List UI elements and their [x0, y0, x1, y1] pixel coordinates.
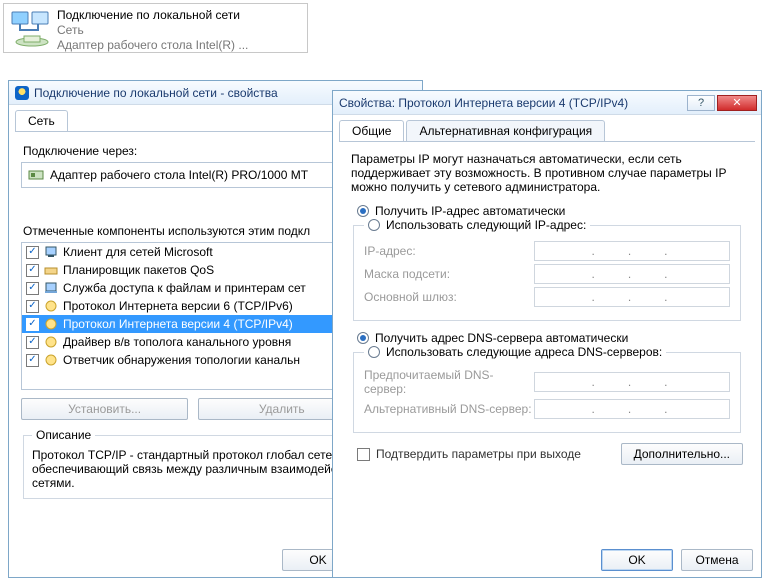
- gateway-input[interactable]: ...: [534, 287, 730, 307]
- help-icon[interactable]: ?: [687, 95, 715, 111]
- ip-address-label: IP-адрес:: [364, 244, 534, 258]
- gateway-label: Основной шлюз:: [364, 290, 534, 304]
- radio-use-ip[interactable]: Использовать следующий IP-адрес:: [368, 218, 586, 232]
- ok-button[interactable]: OK: [601, 549, 673, 571]
- window-title: Подключение по локальной сети - свойства: [34, 86, 278, 100]
- checkbox-icon[interactable]: [26, 282, 39, 295]
- dns-group: Использовать следующие адреса DNS-сервер…: [353, 345, 741, 433]
- tab-general[interactable]: Общие: [339, 120, 404, 141]
- advanced-button[interactable]: Дополнительно...: [621, 443, 743, 465]
- cancel-button[interactable]: Отмена: [681, 549, 753, 571]
- close-icon[interactable]: ✕: [717, 95, 757, 111]
- alternate-dns-label: Альтернативный DNS-сервер:: [364, 402, 534, 416]
- adapter-name: Адаптер рабочего стола Intel(R) PRO/1000…: [50, 168, 308, 182]
- alternate-dns-input[interactable]: ...: [534, 399, 730, 419]
- subnet-mask-input[interactable]: ...: [534, 264, 730, 284]
- tooltip-line1: Подключение по локальной сети: [57, 8, 304, 23]
- driver-icon: [43, 334, 59, 350]
- network-adapter-icon: [7, 7, 57, 49]
- subnet-mask-label: Маска подсети:: [364, 267, 534, 281]
- file-share-icon: [43, 280, 59, 296]
- checkbox-icon[interactable]: [26, 300, 39, 313]
- radio-icon: [357, 332, 369, 344]
- ip-address-input[interactable]: ...: [534, 241, 730, 261]
- ipv6-icon: [43, 298, 59, 314]
- checkbox-icon[interactable]: [26, 246, 39, 259]
- ipv4-icon: [43, 316, 59, 332]
- checkbox-icon[interactable]: [26, 264, 39, 277]
- tooltip-text: Подключение по локальной сети Сеть Адапт…: [57, 7, 304, 49]
- tab-network[interactable]: Сеть: [15, 110, 68, 131]
- tabstrip: Общие Альтернативная конфигурация: [339, 120, 761, 141]
- qos-icon: [43, 262, 59, 278]
- info-text: Параметры IP могут назначаться автоматич…: [351, 152, 743, 194]
- radio-icon: [368, 346, 380, 358]
- preferred-dns-input[interactable]: ...: [534, 372, 730, 392]
- tooltip-line2: Сеть: [57, 23, 304, 38]
- checkbox-icon: [357, 448, 370, 461]
- radio-icon: [368, 219, 380, 231]
- radio-obtain-ip-auto[interactable]: Получить IP-адрес автоматически: [357, 204, 743, 218]
- tooltip-line3: Адаптер рабочего стола Intel(R) ...: [57, 38, 304, 53]
- connection-tooltip: Подключение по локальной сети Сеть Адапт…: [3, 3, 308, 53]
- tab-alternative[interactable]: Альтернативная конфигурация: [406, 120, 605, 141]
- shield-icon: [15, 86, 29, 100]
- window-controls: ? ✕: [687, 95, 757, 111]
- validate-checkbox[interactable]: Подтвердить параметры при выходе: [357, 447, 581, 461]
- radio-icon: [357, 205, 369, 217]
- radio-obtain-dns-auto[interactable]: Получить адрес DNS-сервера автоматически: [357, 331, 743, 345]
- checkbox-icon[interactable]: [26, 336, 39, 349]
- install-button[interactable]: Установить...: [21, 398, 188, 420]
- description-legend: Описание: [32, 428, 95, 442]
- responder-icon: [43, 352, 59, 368]
- window-title: Свойства: Протокол Интернета версии 4 (T…: [339, 96, 628, 110]
- adapter-card-icon: [28, 167, 44, 183]
- window-titlebar[interactable]: Свойства: Протокол Интернета версии 4 (T…: [333, 91, 761, 115]
- ip-group: Использовать следующий IP-адрес: IP-адре…: [353, 218, 741, 321]
- client-icon: [43, 244, 59, 260]
- ipv4-properties-window: Свойства: Протокол Интернета версии 4 (T…: [332, 90, 762, 578]
- preferred-dns-label: Предпочитаемый DNS-сервер:: [364, 368, 534, 396]
- checkbox-icon[interactable]: [26, 318, 39, 331]
- radio-use-dns[interactable]: Использовать следующие адреса DNS-сервер…: [368, 345, 662, 359]
- checkbox-icon[interactable]: [26, 354, 39, 367]
